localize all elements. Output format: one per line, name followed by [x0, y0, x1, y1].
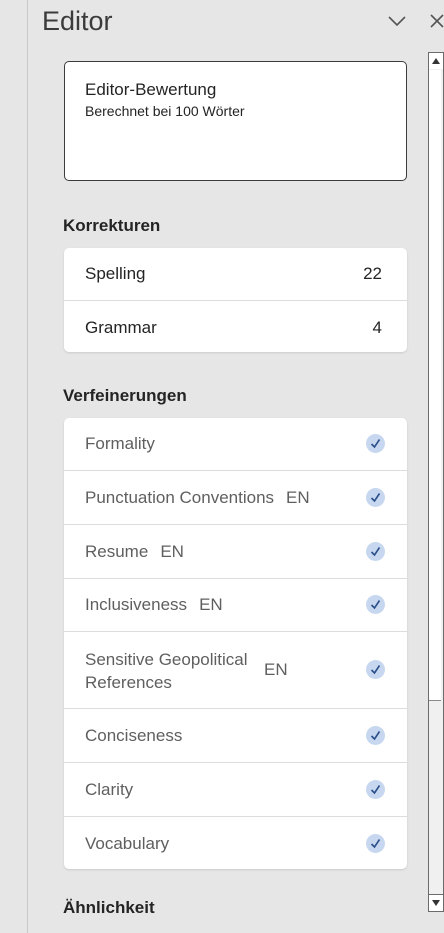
refinement-row-vocabulary[interactable]: Vocabulary: [64, 817, 407, 869]
pane-scrollbar[interactable]: [428, 52, 444, 912]
correction-count: 22: [363, 264, 382, 283]
corrections-heading: Korrekturen: [63, 216, 161, 235]
checkmark-icon: [366, 542, 385, 561]
score-title: Editor-Bewertung: [85, 80, 217, 99]
pane-title: Editor: [42, 6, 113, 36]
pane-options-button[interactable]: [384, 8, 410, 34]
score-subtitle: Berechnet bei 100 Wörter: [85, 103, 245, 119]
correction-label: Spelling: [85, 264, 146, 283]
scroll-up-button[interactable]: [428, 52, 444, 70]
close-pane-button[interactable]: [424, 8, 444, 34]
refinements-card: Formality Punctuation Conventions EN Resu…: [64, 418, 407, 869]
checkmark-icon: [366, 726, 385, 745]
refinement-label: Clarity: [85, 780, 134, 799]
refinement-row-clarity[interactable]: Clarity: [64, 763, 407, 817]
scroll-thumb[interactable]: [429, 70, 441, 701]
refinement-label: Resume EN: [85, 542, 184, 561]
checkmark-icon: [366, 834, 385, 853]
language-tag: EN: [264, 660, 288, 679]
checkmark-icon: [366, 660, 385, 679]
checkmark-icon: [366, 488, 385, 507]
refinements-heading: Verfeinerungen: [63, 386, 187, 405]
checkmark-icon: [366, 434, 385, 453]
chevron-down-icon: [388, 16, 406, 27]
correction-row-spelling[interactable]: Spelling 22: [64, 248, 407, 301]
triangle-up-icon: [432, 58, 440, 64]
correction-count: 4: [372, 318, 382, 337]
language-tag: EN: [160, 542, 184, 561]
triangle-down-icon: [432, 900, 440, 906]
refinement-row-inclusiveness[interactable]: Inclusiveness EN: [64, 579, 407, 632]
correction-row-grammar[interactable]: Grammar 4: [64, 301, 407, 352]
language-tag: EN: [286, 488, 310, 507]
refinement-row-geopolitical[interactable]: Sensitive Geopolitical References EN: [64, 632, 407, 709]
refinement-row-punctuation[interactable]: Punctuation Conventions EN: [64, 471, 407, 525]
refinement-label: Conciseness: [85, 726, 183, 745]
editor-pane: Editor Editor-Bewertung Berechnet bei 10…: [28, 0, 444, 933]
checkmark-icon: [366, 595, 385, 614]
editor-score-card[interactable]: Editor-Bewertung Berechnet bei 100 Wörte…: [64, 61, 407, 181]
language-tag: EN: [199, 595, 223, 614]
correction-label: Grammar: [85, 318, 157, 337]
refinement-row-resume[interactable]: Resume EN: [64, 525, 407, 579]
checkmark-icon: [366, 780, 385, 799]
refinement-label: Punctuation Conventions EN: [85, 488, 310, 507]
refinement-row-formality[interactable]: Formality: [64, 418, 407, 471]
corrections-card: Spelling 22 Grammar 4: [64, 248, 407, 352]
refinement-label: Inclusiveness EN: [85, 595, 223, 614]
refinement-label: Vocabulary: [85, 834, 170, 853]
close-icon: [430, 14, 444, 28]
refinement-label: Sensitive Geopolitical References: [85, 650, 248, 692]
scroll-down-button[interactable]: [428, 894, 444, 912]
similarity-heading: Ähnlichkeit: [63, 898, 155, 917]
document-edge: [0, 0, 28, 933]
refinement-label: Formality: [85, 434, 155, 453]
refinement-row-conciseness[interactable]: Conciseness: [64, 709, 407, 763]
